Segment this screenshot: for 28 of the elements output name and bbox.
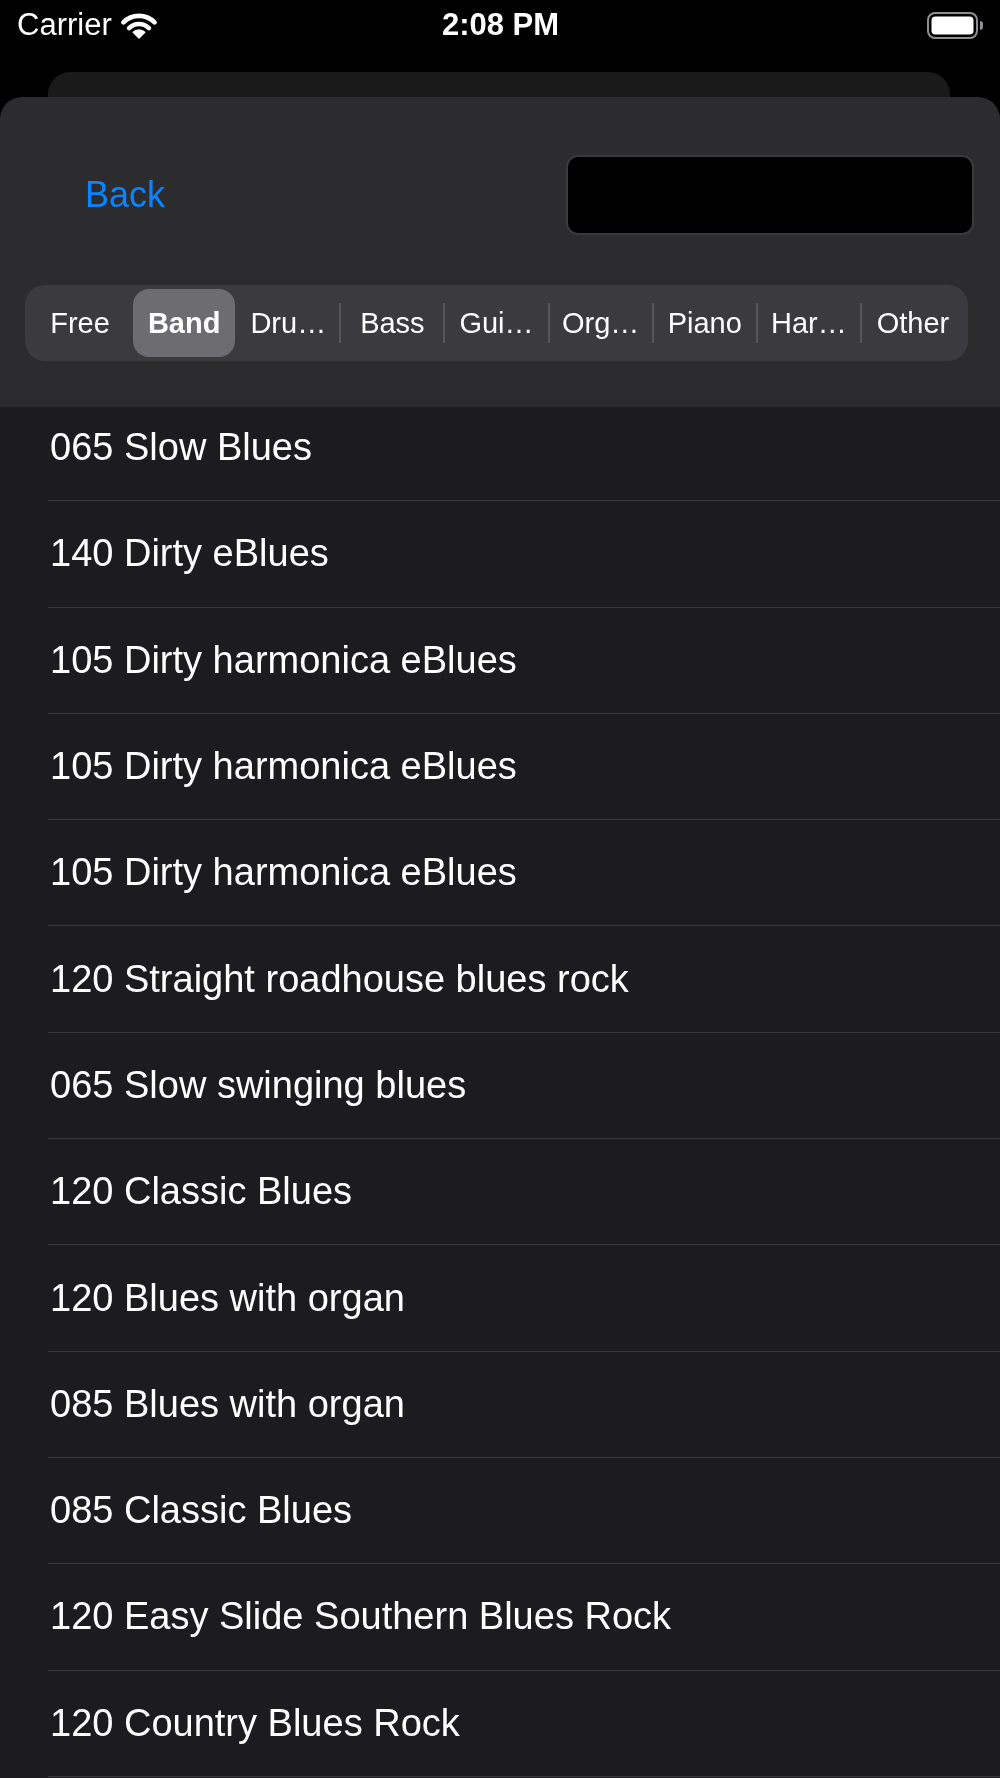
segment-tab[interactable]: Free xyxy=(29,289,132,357)
back-button[interactable]: Back xyxy=(85,168,166,222)
carrier-label: Carrier xyxy=(17,7,112,43)
song-row[interactable]: 120 Blues with organ xyxy=(48,1245,1000,1352)
text-field[interactable] xyxy=(566,155,974,235)
wifi-icon xyxy=(119,11,158,39)
song-row[interactable]: 085 Classic Blues xyxy=(48,1457,1000,1565)
song-row[interactable]: 120 Straight roadhouse blues rock xyxy=(48,926,1000,1033)
segment-tab[interactable]: Org… xyxy=(549,289,652,357)
battery-icon xyxy=(927,11,984,39)
segment-tab[interactable]: Dru… xyxy=(237,289,340,357)
song-row[interactable]: 065 Slow swinging blues xyxy=(48,1032,1000,1140)
song-row[interactable]: 120 Classic Blues xyxy=(48,1139,1000,1246)
segment-tab[interactable]: Bass xyxy=(341,289,444,357)
song-row[interactable]: 105 Dirty harmonica eBlues xyxy=(48,607,1000,714)
song-row[interactable]: 140 Dirty eBlues xyxy=(48,501,1000,608)
song-row[interactable]: 120 Easy Slide Southern Blues Rock xyxy=(48,1564,1000,1671)
segment-tab[interactable]: Band xyxy=(133,289,236,357)
song-row[interactable]: 105 Dirty harmonica eBlues xyxy=(48,713,1000,821)
song-row[interactable]: 105 Dirty harmonica eBlues xyxy=(48,820,1000,927)
song-row[interactable]: 085 Blues with organ xyxy=(48,1351,1000,1458)
segment-tab[interactable]: Other xyxy=(861,289,964,357)
segment-tab[interactable]: Gui… xyxy=(445,289,548,357)
segment-tab[interactable]: Har… xyxy=(757,289,860,357)
song-row[interactable]: 120 Country Blues Rock xyxy=(48,1670,1000,1777)
song-row[interactable]: 065 Slow Blues xyxy=(48,407,1000,502)
segment-tab[interactable]: Piano xyxy=(653,289,756,357)
status-time: 2:08 PM xyxy=(441,7,560,43)
